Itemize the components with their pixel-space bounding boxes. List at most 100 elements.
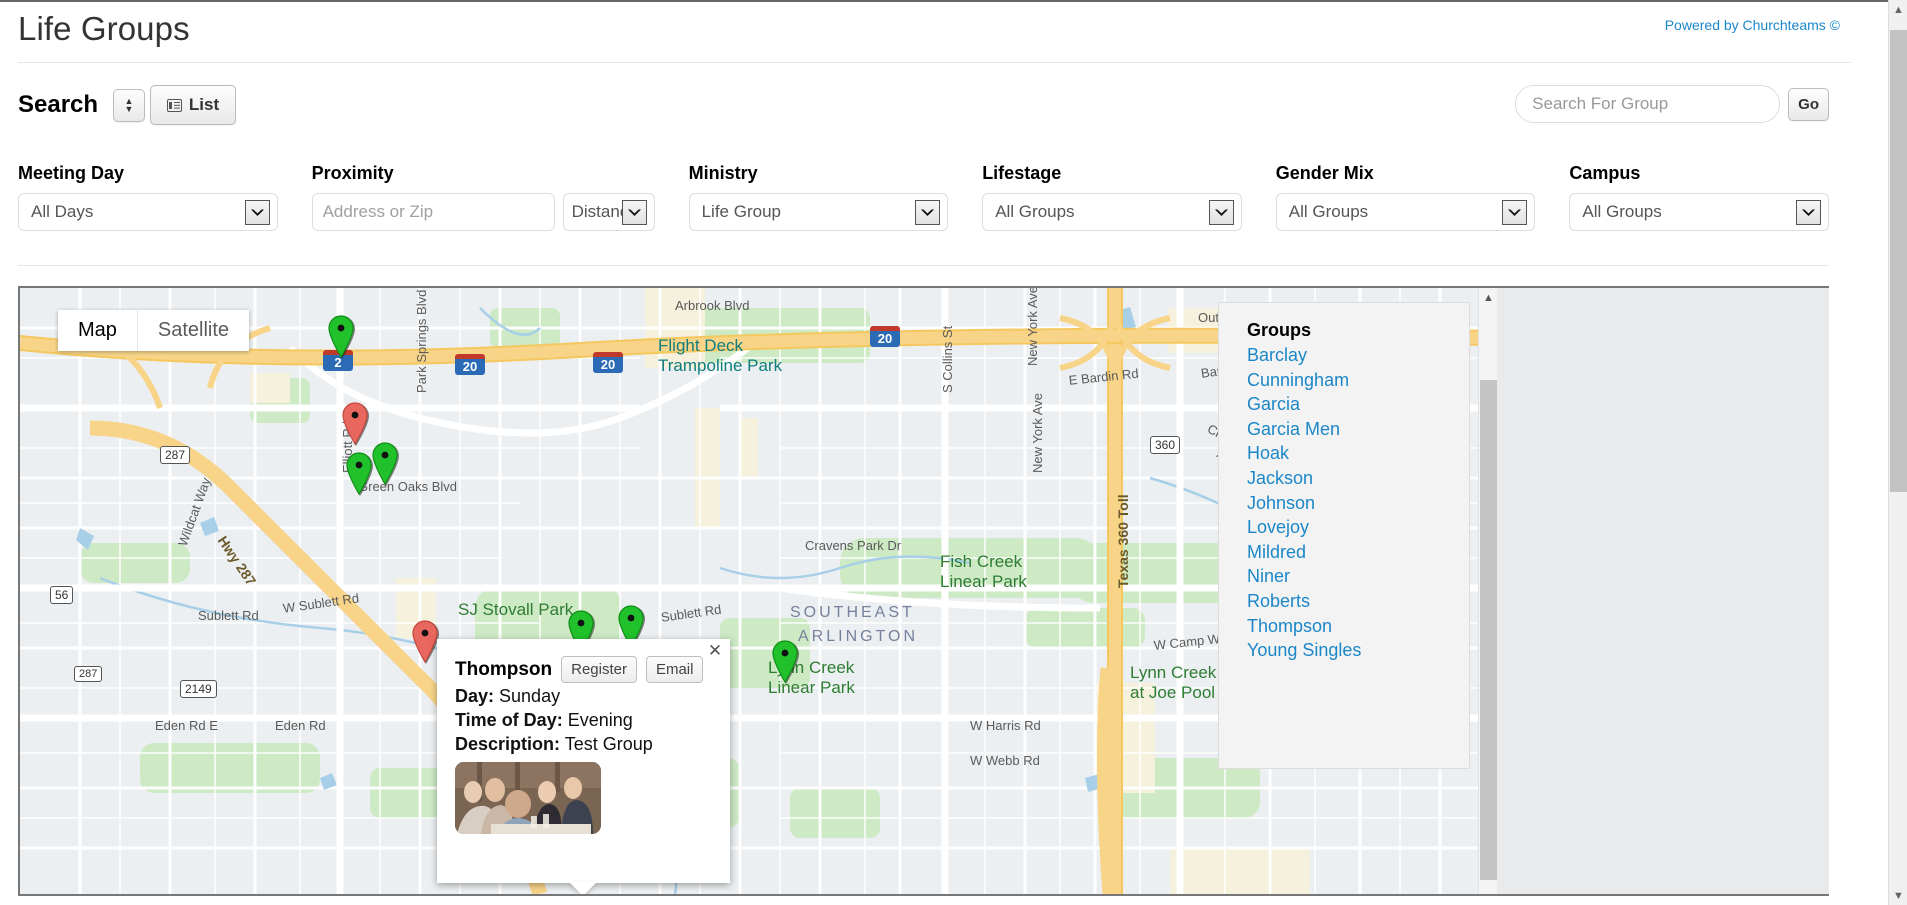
map-label: Texas 360 Toll (1115, 494, 1131, 588)
map-label: Arbrook Blvd (675, 298, 750, 313)
group-link[interactable]: Garcia Men (1247, 417, 1469, 442)
filter-lifestage: Lifestage All Groups (982, 163, 1276, 231)
meeting-day-select[interactable]: All Days (18, 193, 278, 231)
gender-mix-value: All Groups (1288, 202, 1369, 221)
list-button-label: List (188, 95, 220, 114)
scroll-up-icon[interactable]: ▲ (1479, 288, 1497, 307)
filter-ministry: Ministry Life Group (688, 163, 983, 231)
map-tab-map[interactable]: Map (58, 310, 138, 351)
map-label: W Webb Rd (970, 753, 1040, 768)
info-row-day: Day: Sunday (455, 686, 716, 707)
go-button[interactable]: Go (1788, 87, 1829, 121)
filter-label-gender-mix: Gender Mix (1275, 163, 1374, 183)
info-row-time-key: Time of Day: (455, 710, 563, 730)
map-label: Trampoline Park (658, 356, 783, 375)
filter-proximity: Proximity Distance (311, 163, 689, 231)
powered-by-link[interactable]: Powered by Churchteams © (1665, 17, 1840, 33)
info-row-day-key: Day: (455, 686, 495, 706)
group-link[interactable]: Niner (1247, 564, 1469, 589)
filter-gender-mix: Gender Mix All Groups (1275, 163, 1570, 231)
filters-divider (18, 265, 1829, 266)
campus-value: All Groups (1582, 202, 1662, 221)
group-link[interactable]: Lovejoy (1247, 515, 1469, 540)
map-marker-green[interactable] (370, 440, 400, 491)
scroll-down-icon[interactable]: ▼ (1889, 886, 1907, 905)
group-link[interactable]: Jackson (1247, 466, 1469, 491)
info-row-day-value: Sunday (499, 686, 561, 706)
info-row-description-value: Test Group (564, 734, 653, 754)
map-tab-satellite[interactable]: Satellite (138, 310, 249, 351)
info-row-time: Time of Day: Evening (455, 710, 716, 731)
close-icon[interactable]: ✕ (707, 642, 723, 659)
group-search-area: Go (1515, 85, 1829, 123)
map-label: SOUTHEAST (790, 604, 915, 621)
route-shield: 20 (455, 354, 485, 375)
map-label: ARLINGTON (798, 628, 919, 645)
scroll-up-icon[interactable]: ▲ (1889, 0, 1907, 19)
route-shield: 287 (74, 666, 103, 682)
map-label: SJ Stovall Park (458, 600, 574, 619)
map-label: Cravens Park Dr (805, 538, 902, 553)
info-window-title: Thompson (455, 659, 553, 680)
map-marker-red[interactable] (410, 618, 440, 669)
info-row-description: Description: Test Group (455, 734, 716, 755)
group-photo (455, 762, 601, 834)
filter-label-meeting-day: Meeting Day (18, 163, 125, 183)
register-button[interactable]: Register (561, 656, 637, 683)
map-marker-green[interactable] (770, 638, 800, 689)
map-vertical-scrollbar[interactable]: ▲ (1478, 288, 1497, 894)
groups-sidebar-title: Groups (1247, 320, 1312, 340)
filter-label-campus: Campus (1569, 163, 1641, 183)
page-root: Life Groups Powered by Churchteams © Sea… (0, 0, 1888, 905)
search-input[interactable] (1515, 85, 1781, 123)
group-link[interactable]: Barclay (1247, 343, 1469, 368)
ministry-value: Life Group (701, 202, 781, 221)
map-label: Fish Creek (940, 552, 1023, 571)
search-heading: Search (18, 91, 99, 118)
map-label: Sublett Rd (198, 608, 259, 623)
map-label: Park Springs Blvd (414, 289, 429, 393)
map-label: Eden Rd E (155, 718, 218, 733)
email-button[interactable]: Email (645, 656, 704, 683)
lifestage-select[interactable]: All Groups (982, 193, 1242, 231)
group-link[interactable]: Young Singles (1247, 638, 1469, 663)
proximity-address-input[interactable] (311, 193, 555, 231)
list-icon (166, 99, 182, 112)
filter-label-proximity: Proximity (311, 163, 394, 183)
proximity-distance-value: Distance (571, 202, 624, 221)
sort-updown-icon: ▲ ▼ (124, 95, 134, 114)
route-shield: 360 (1150, 436, 1181, 454)
sort-toggle-button[interactable]: ▲ ▼ (112, 88, 146, 122)
group-link[interactable]: Roberts (1247, 589, 1469, 614)
route-shield: 287 (160, 446, 191, 464)
group-link[interactable]: Garcia (1247, 392, 1469, 417)
proximity-distance-select[interactable]: Distance (562, 193, 655, 231)
chevron-down-icon (1502, 200, 1528, 225)
group-link[interactable]: Hoak (1247, 441, 1469, 466)
map-marker-green[interactable] (326, 313, 356, 364)
filter-label-ministry: Ministry (688, 163, 758, 183)
browser-vertical-scrollbar[interactable]: ▲ ▼ (1888, 0, 1907, 905)
map-type-toggle: Map Satellite (58, 310, 250, 351)
map-scrollbar-thumb[interactable] (1480, 380, 1497, 880)
info-row-description-key: Description: (455, 734, 561, 754)
chevron-down-icon (1795, 200, 1821, 225)
group-info-window: ✕ Thompson Register Email Day: Sunday Ti (437, 639, 730, 894)
chevron-down-icon (244, 200, 270, 225)
group-link[interactable]: Thompson (1247, 614, 1469, 639)
map-label: W Harris Rd (970, 718, 1041, 733)
map-label: Eden Rd (275, 718, 326, 733)
group-link[interactable]: Cunningham (1247, 368, 1469, 393)
filter-campus: Campus All Groups (1569, 163, 1829, 231)
map-label: S Collins St (940, 325, 955, 393)
browser-scrollbar-thumb[interactable] (1890, 30, 1907, 492)
map-canvas[interactable]: Map Satellite Arbrook BlvdOutlet PkwyFli… (20, 288, 1497, 894)
ministry-select[interactable]: Life Group (688, 193, 949, 231)
group-link[interactable]: Mildred (1247, 540, 1469, 565)
group-link[interactable]: Johnson (1247, 491, 1469, 516)
list-view-button[interactable]: List (149, 85, 237, 125)
header-divider (18, 62, 1851, 63)
map-marker-red[interactable] (340, 400, 370, 451)
campus-select[interactable]: All Groups (1569, 193, 1829, 231)
gender-mix-select[interactable]: All Groups (1275, 193, 1536, 231)
